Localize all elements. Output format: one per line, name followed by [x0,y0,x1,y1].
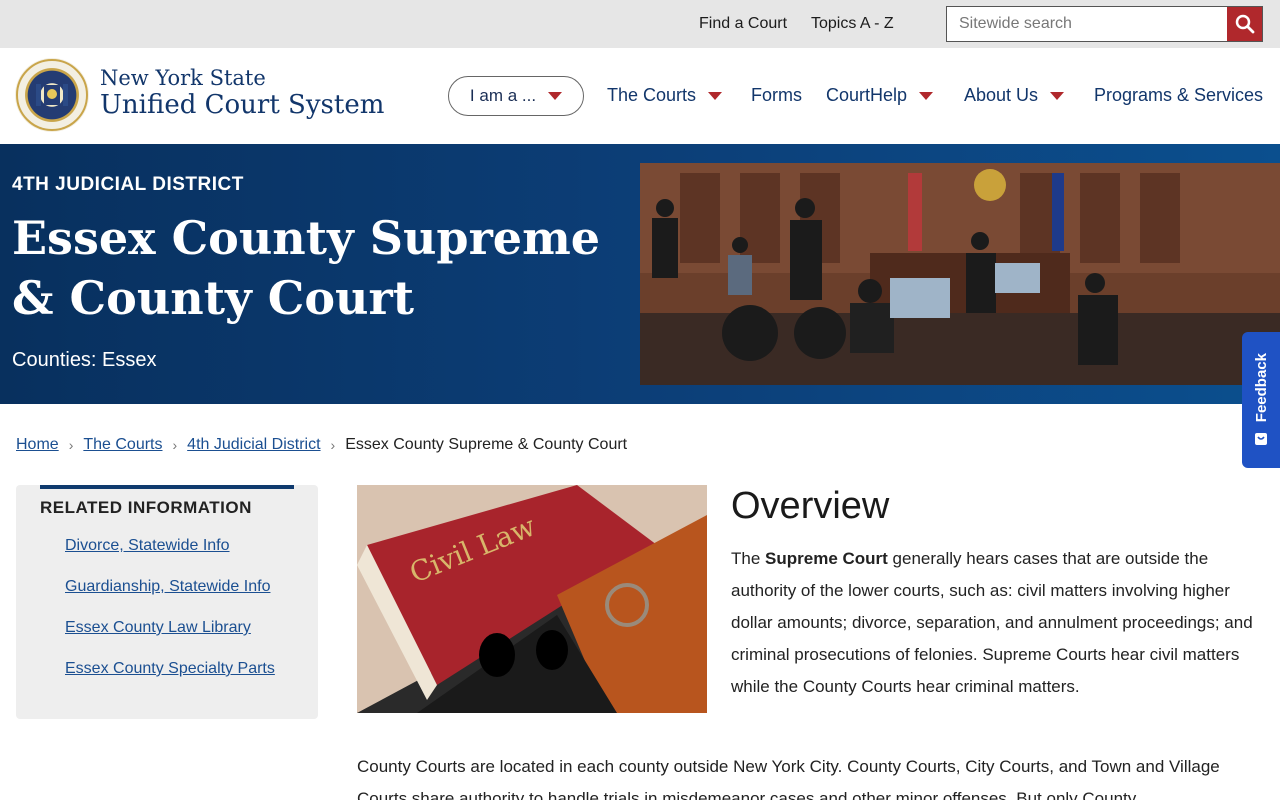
search-button[interactable] [1227,7,1262,41]
breadcrumb: Home › The Courts › 4th Judicial Distric… [16,436,627,454]
breadcrumb-current: Essex County Supreme & County Court [345,436,628,453]
search-icon [1235,14,1254,34]
feedback-label: Feedback [1252,353,1270,423]
breadcrumb-4th-judicial-district[interactable]: 4th Judicial District [187,436,320,454]
sidebar-link-specialty-parts[interactable]: Essex County Specialty Parts [65,660,275,678]
hero-banner: 4TH JUDICIAL DISTRICT Essex County Supre… [0,144,1280,404]
courtroom-photo [640,163,1280,385]
feedback-tab[interactable]: Feedback [1242,332,1280,468]
find-a-court-link[interactable]: Find a Court [699,15,787,33]
civil-law-image: Civil Law [357,485,707,713]
hero-eyebrow: 4TH JUDICIAL DISTRICT [12,174,244,195]
nav-the-courts-label: The Courts [607,85,697,105]
nav-programs-services-label: Programs & Services [1094,85,1264,105]
seal-icon [16,59,88,131]
i-am-a-dropdown[interactable]: I am a ... [448,76,584,116]
topics-a-z-link[interactable]: Topics A - Z [811,15,894,33]
page-title: Essex County Supreme & County Court [12,211,601,325]
nav-forms[interactable]: Forms [751,85,802,106]
feedback-icon [1255,432,1267,445]
sitewide-search [946,6,1263,42]
sidebar-accent-bar [40,485,294,489]
overview-paragraph-2: County Courts are located in each county… [357,757,1220,800]
chevron-down-icon [548,92,563,100]
breadcrumb-the-courts[interactable]: The Courts [83,436,162,454]
nav-forms-label: Forms [751,85,802,105]
nav-about-us-label: About Us [964,85,1039,105]
site-header: New York State Unified Court System I am… [0,48,1280,144]
para1-prefix: The [731,549,766,568]
site-brand[interactable]: New York State Unified Court System [100,66,385,120]
brand-line-1: New York State [100,66,266,90]
para1-rest: generally hears cases that are outside t… [731,549,1253,696]
brand-line-2: Unified Court System [100,90,385,120]
nav-about-us[interactable]: About Us [964,85,1065,106]
sidebar-heading: RELATED INFORMATION [40,498,252,517]
overview-heading: Overview [731,485,890,527]
nav-programs-services[interactable]: Programs & Services [1094,85,1263,106]
hero-counties: Counties: Essex [12,349,157,371]
chevron-down-icon [1050,91,1065,100]
nav-courthelp-label: CourtHelp [826,85,908,105]
nav-the-courts[interactable]: The Courts [607,85,723,106]
sidebar-link-law-library[interactable]: Essex County Law Library [65,619,251,637]
sidebar-link-divorce[interactable]: Divorce, Statewide Info [65,537,230,555]
related-information-sidebar: RELATED INFORMATION Divorce, Statewide I… [16,485,318,719]
utility-bar: Find a Court Topics A - Z [0,0,1280,48]
chevron-right-icon: › [68,437,74,453]
chevron-right-icon: › [172,437,178,453]
chevron-down-icon [708,91,723,100]
i-am-a-label: I am a ... [469,86,537,105]
chevron-down-icon [919,91,934,100]
breadcrumb-home[interactable]: Home [16,436,59,454]
chevron-right-icon: › [330,437,336,453]
sidebar-link-guardianship[interactable]: Guardianship, Statewide Info [65,578,270,596]
search-input[interactable] [947,7,1227,41]
para1-supreme-court: Supreme Court [765,549,888,568]
court-seal-logo[interactable] [15,58,89,132]
nav-courthelp[interactable]: CourtHelp [826,85,934,106]
overview-paragraph-1: The Supreme Court generally hears cases … [731,543,1256,703]
